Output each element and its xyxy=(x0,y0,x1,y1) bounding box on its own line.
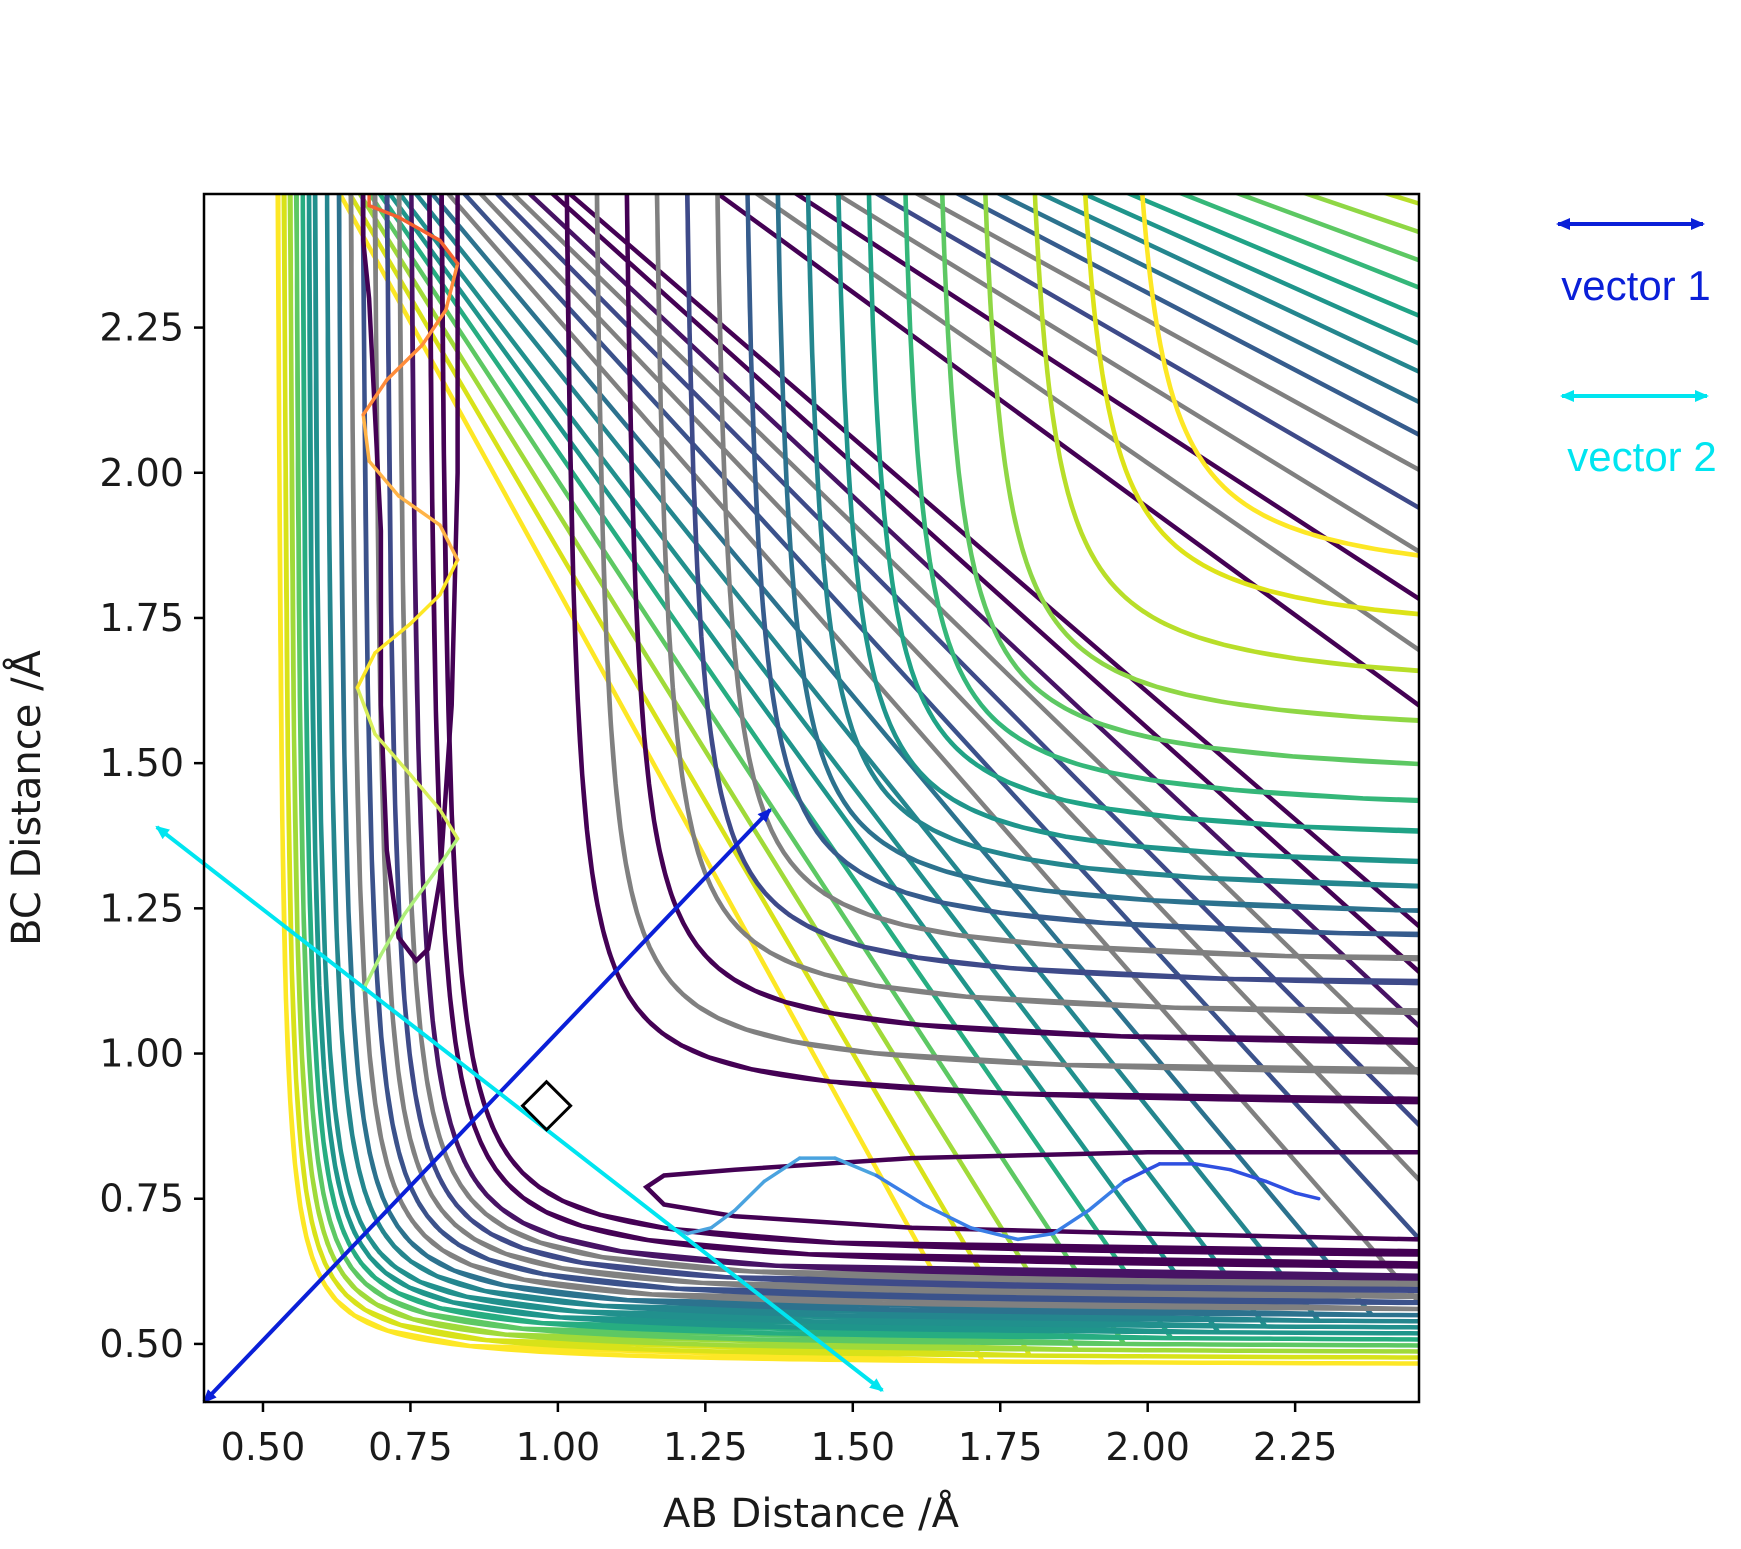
x-tick-label: 1.25 xyxy=(663,1425,748,1469)
x-axis-ticks: 0.50 0.75 1.00 1.25 1.50 1.75 2.00 2.25 xyxy=(221,1402,1338,1469)
x-tick-label: 0.50 xyxy=(221,1425,306,1469)
y-tick-label: 2.00 xyxy=(99,451,184,495)
y-tick-label: 1.50 xyxy=(99,741,184,785)
contour-line xyxy=(348,194,1419,1312)
trajectory-2-segment xyxy=(921,1202,973,1230)
contour-line xyxy=(745,194,1419,938)
contour-chart: 0.50 0.75 1.00 1.25 1.50 1.75 2.00 2.25 0.50 0.7… xyxy=(2,192,1717,1537)
y-tick-label: 1.00 xyxy=(99,1032,184,1076)
legend-vector-1-label: vector 1 xyxy=(1561,262,1710,309)
legend-vector-2-label: vector 2 xyxy=(1567,433,1716,480)
x-axis-label: AB Distance /Å xyxy=(663,1489,960,1537)
y-axis-ticks: 0.50 0.75 1.00 1.25 1.50 1.75 2.00 2.25 xyxy=(99,306,204,1366)
y-tick-label: 0.75 xyxy=(99,1177,184,1221)
x-tick-label: 0.75 xyxy=(368,1425,453,1469)
right-angle-square xyxy=(520,1079,573,1132)
x-tick-label: 1.75 xyxy=(958,1425,1043,1469)
contour-line xyxy=(396,194,1419,1287)
contour-line xyxy=(983,194,1419,724)
trajectory-1-segment xyxy=(385,343,424,382)
y-tick-label: 1.75 xyxy=(99,596,184,640)
y-tick-label: 2.25 xyxy=(99,306,184,350)
trajectory-2-segment xyxy=(1293,1191,1321,1201)
trajectory-2-segment xyxy=(733,1179,767,1213)
y-tick-label: 0.50 xyxy=(99,1322,184,1366)
trajectory-2-segment xyxy=(762,1156,802,1184)
x-tick-label: 1.00 xyxy=(516,1425,601,1469)
contour-lines xyxy=(275,194,1419,1366)
trajectory-2-segment xyxy=(1193,1162,1233,1172)
trajectory-2-segment xyxy=(1228,1167,1268,1184)
contour-line xyxy=(384,194,1419,1293)
contour-line xyxy=(805,194,1419,889)
y-tick-label: 1.25 xyxy=(99,886,184,930)
legend: vector 1 vector 2 xyxy=(1556,218,1717,480)
right-angle-marker xyxy=(520,1079,573,1132)
trajectory-1-segment xyxy=(408,773,442,812)
trajectory-2-segment xyxy=(1016,1231,1056,1242)
x-tick-label: 2.25 xyxy=(1253,1425,1338,1469)
contour-line xyxy=(1032,194,1419,674)
y-axis-label: BC Distance /Å xyxy=(2,649,50,945)
trajectory-2-segment xyxy=(874,1173,926,1207)
x-tick-label: 1.50 xyxy=(810,1425,895,1469)
x-tick-label: 2.00 xyxy=(1105,1425,1190,1469)
trajectory-1-segment xyxy=(367,459,401,498)
contour-line xyxy=(1140,194,1419,558)
